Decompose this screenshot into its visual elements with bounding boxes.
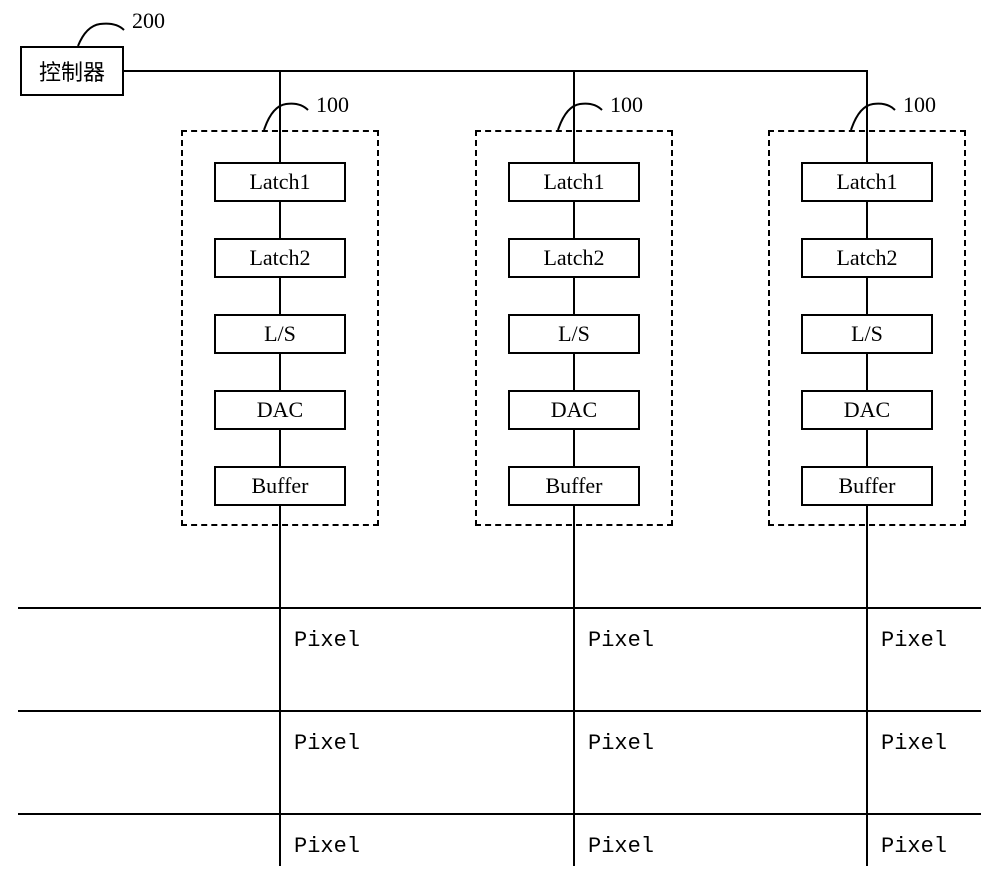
ref-curve-200 xyxy=(76,18,126,48)
ch3-buffer: Buffer xyxy=(801,466,933,506)
ch1-latch2: Latch2 xyxy=(214,238,346,278)
ch1-latch1: Latch1 xyxy=(214,162,346,202)
pixel-r1-c1: Pixel xyxy=(294,628,360,653)
ref-curve-100-1 xyxy=(260,96,310,132)
controller-box: 控制器 xyxy=(20,46,124,96)
ch2-buffer: Buffer xyxy=(508,466,640,506)
row-line-2 xyxy=(18,710,981,712)
col-line-1 xyxy=(279,506,281,866)
ch3-dac: DAC xyxy=(801,390,933,430)
pixel-r1-c3: Pixel xyxy=(881,628,947,653)
ch3-ls: L/S xyxy=(801,314,933,354)
pixel-r2-c1: Pixel xyxy=(294,731,360,756)
controller-label: 控制器 xyxy=(39,55,105,87)
pixel-r3-c1: Pixel xyxy=(294,834,360,859)
ref-label-100-3: 100 xyxy=(903,92,936,118)
bus-line xyxy=(124,70,868,72)
row-line-1 xyxy=(18,607,981,609)
ref-label-100-2: 100 xyxy=(610,92,643,118)
pixel-r2-c2: Pixel xyxy=(588,731,654,756)
ref-curve-100-3 xyxy=(847,96,897,132)
pixel-r1-c2: Pixel xyxy=(588,628,654,653)
row-line-3 xyxy=(18,813,981,815)
ref-label-200: 200 xyxy=(132,8,165,34)
ch1-buffer: Buffer xyxy=(214,466,346,506)
ch2-latch2: Latch2 xyxy=(508,238,640,278)
pixel-r3-c3: Pixel xyxy=(881,834,947,859)
diagram-canvas: 200 控制器 100 100 100 Latch1 Latch2 L/S DA… xyxy=(0,0,1000,869)
ch3-latch2: Latch2 xyxy=(801,238,933,278)
ch3-latch1: Latch1 xyxy=(801,162,933,202)
pixel-r3-c2: Pixel xyxy=(588,834,654,859)
ch1-dac: DAC xyxy=(214,390,346,430)
ch1-ls: L/S xyxy=(214,314,346,354)
ch2-dac: DAC xyxy=(508,390,640,430)
col-line-3 xyxy=(866,506,868,866)
col-line-2 xyxy=(573,506,575,866)
ch2-ls: L/S xyxy=(508,314,640,354)
ref-curve-100-2 xyxy=(554,96,604,132)
pixel-r2-c3: Pixel xyxy=(881,731,947,756)
ch2-latch1: Latch1 xyxy=(508,162,640,202)
ref-label-100-1: 100 xyxy=(316,92,349,118)
